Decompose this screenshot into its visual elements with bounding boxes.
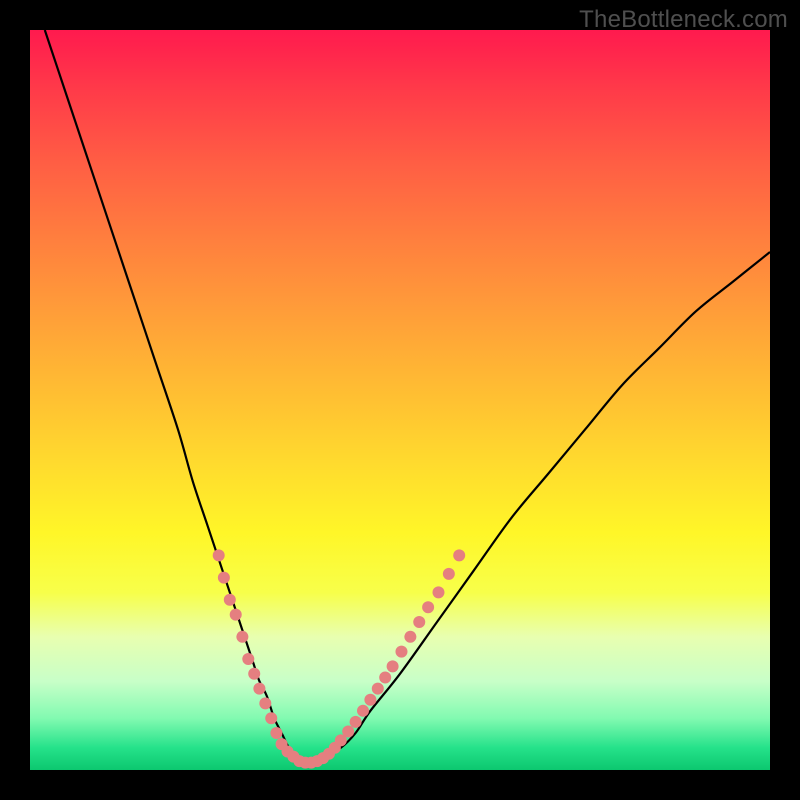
highlight-dot [395, 646, 407, 658]
highlight-dot [242, 653, 254, 665]
highlight-dot [230, 609, 242, 621]
highlight-dot [350, 716, 362, 728]
highlight-marker-group [213, 549, 466, 768]
chart-svg [30, 30, 770, 770]
highlight-dot [253, 683, 265, 695]
highlight-dot [372, 683, 384, 695]
bottleneck-curve [45, 30, 770, 763]
highlight-dot [453, 549, 465, 561]
highlight-dot [259, 697, 271, 709]
chart-frame: TheBottleneck.com [0, 0, 800, 800]
plot-area [30, 30, 770, 770]
highlight-dot [364, 694, 376, 706]
highlight-dot [422, 601, 434, 613]
highlight-dot [224, 594, 236, 606]
highlight-dot [404, 631, 416, 643]
highlight-dot [443, 568, 455, 580]
highlight-dot [213, 549, 225, 561]
highlight-dot [379, 672, 391, 684]
highlight-dot [432, 586, 444, 598]
highlight-dot [413, 616, 425, 628]
highlight-dot [248, 668, 260, 680]
highlight-dot [357, 705, 369, 717]
highlight-dot [236, 631, 248, 643]
highlight-dot [387, 660, 399, 672]
highlight-dot [342, 726, 354, 738]
highlight-dot [218, 572, 230, 584]
highlight-dot [270, 727, 282, 739]
highlight-dot [265, 712, 277, 724]
